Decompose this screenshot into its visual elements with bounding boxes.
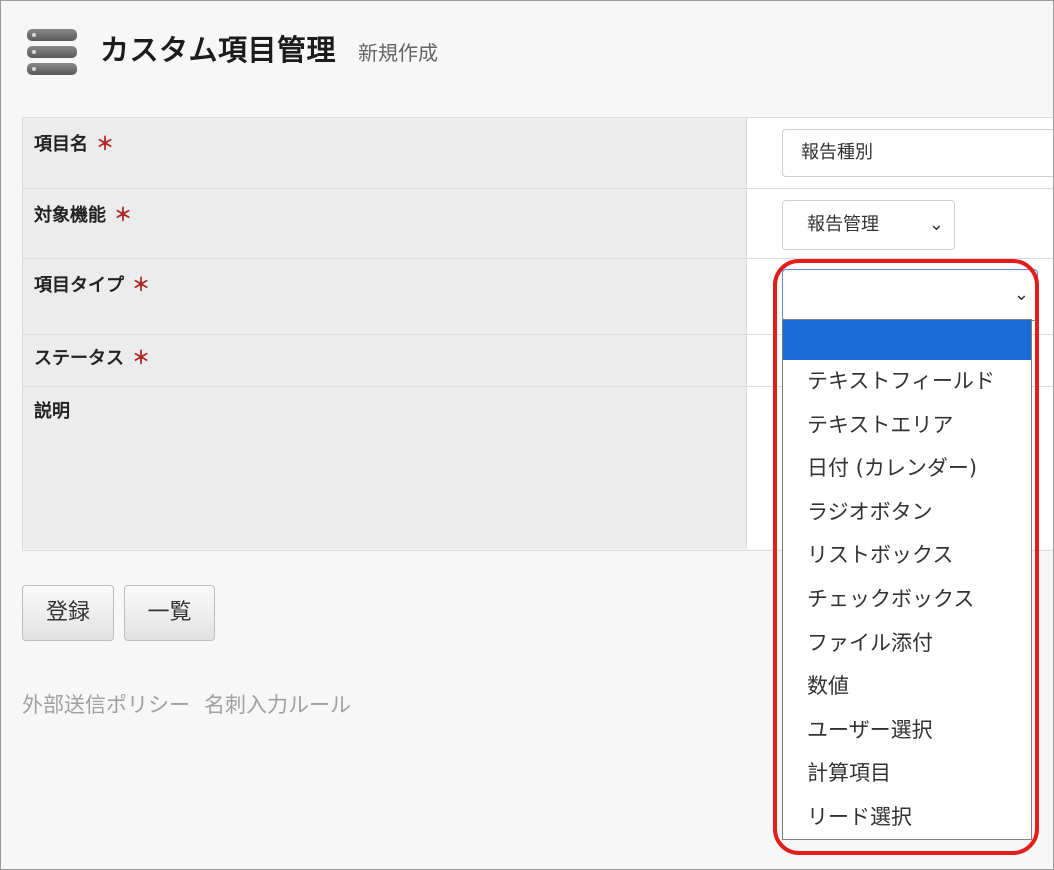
field-label-status: ステータス (34, 348, 124, 369)
value-cell: 報告種別 (747, 118, 1053, 188)
item-name-input[interactable]: 報告種別 (782, 129, 1053, 177)
list-button[interactable]: 一覧 (124, 585, 215, 641)
required-mark: ＊ (96, 134, 114, 155)
footer-links: 外部送信ポリシー 名刺入力ルール (22, 689, 365, 719)
label-cell: 対象機能 ＊ (23, 189, 747, 258)
page-title: カスタム項目管理 (100, 33, 337, 67)
business-card-rule-link[interactable]: 名刺入力ルール (204, 693, 351, 717)
required-mark: ＊ (132, 275, 150, 296)
chevron-down-icon: ⌄ (928, 214, 944, 235)
field-label-item-name: 項目名 (34, 134, 88, 155)
register-button[interactable]: 登録 (22, 585, 114, 641)
required-mark: ＊ (114, 205, 132, 226)
form-row-item-name: 項目名 ＊ 報告種別 (23, 118, 1053, 189)
page-subtitle: 新規作成 (358, 41, 438, 65)
field-label-target-function: 対象機能 (34, 205, 106, 226)
required-mark: ＊ (132, 348, 150, 369)
target-function-select[interactable]: 報告管理 ⌄ (782, 200, 955, 250)
label-cell: ステータス ＊ (23, 335, 747, 386)
form-row-target-function: 対象機能 ＊ 報告管理 ⌄ (23, 189, 1053, 259)
target-function-value: 報告管理 (807, 214, 879, 235)
label-cell: 項目名 ＊ (23, 118, 747, 188)
highlight-annotation (773, 259, 1039, 855)
label-cell: 項目タイプ ＊ (23, 259, 747, 334)
field-label-item-type: 項目タイプ (34, 275, 124, 296)
label-cell: 説明 (23, 387, 747, 549)
app-window: カスタム項目管理 新規作成 項目名 ＊ 報告種別 対象機能 ＊ 報告管理 ⌄ 項目タ… (0, 0, 1054, 870)
external-policy-link[interactable]: 外部送信ポリシー (22, 693, 190, 717)
value-cell: 報告管理 ⌄ (747, 189, 1053, 258)
field-label-description: 説明 (34, 401, 70, 422)
server-stack-icon (27, 29, 77, 75)
